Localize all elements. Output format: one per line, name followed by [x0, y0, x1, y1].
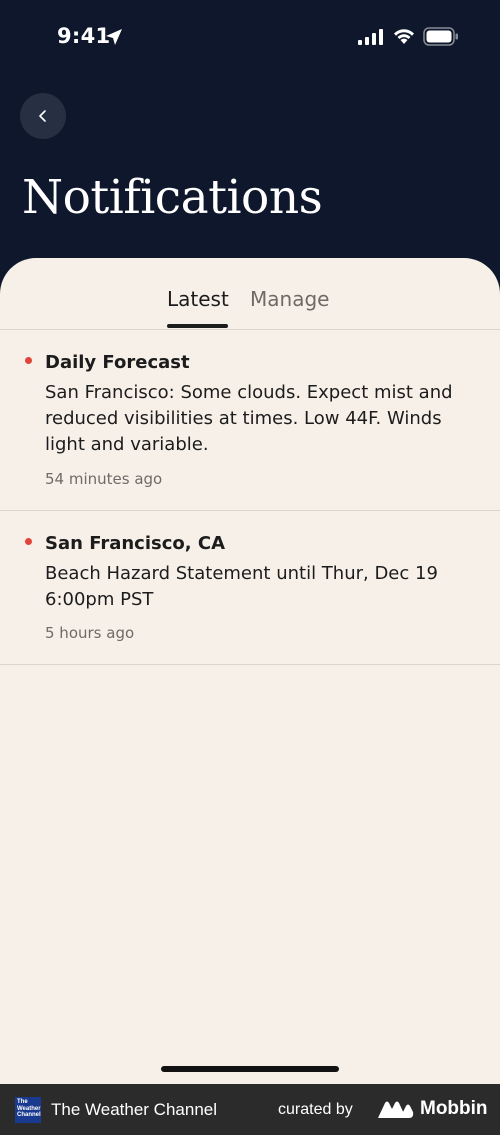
footer-brand: Mobbin: [420, 1098, 488, 1119]
tab-latest[interactable]: Latest: [167, 287, 229, 311]
notification-title: Daily Forecast: [45, 352, 190, 373]
back-button[interactable]: [20, 93, 66, 139]
notification-item[interactable]: San Francisco, CA Beach Hazard Statement…: [0, 511, 500, 665]
status-bar: 9:41: [0, 0, 500, 76]
notifications-screen: 9:41 Notifications Latest Manage Daily F…: [0, 0, 500, 1135]
notification-title: San Francisco, CA: [45, 533, 226, 554]
unread-dot: [25, 357, 32, 364]
app-logo: The Weather Channel: [15, 1097, 41, 1123]
chevron-left-icon: [39, 110, 46, 122]
notifications-sheet: Latest Manage Daily Forecast San Francis…: [0, 258, 500, 1084]
footer-bar: The Weather Channel The Weather Channel cu…: [0, 1084, 500, 1135]
status-time: 9:41: [57, 24, 111, 48]
notification-body: San Francisco: Some clouds. Expect mist …: [45, 382, 453, 455]
battery-icon: [423, 27, 458, 46]
cellular-signal-icon: [358, 29, 383, 45]
footer-curated-by: curated by: [278, 1101, 353, 1118]
active-tab-indicator: [167, 324, 228, 328]
unread-dot: [25, 538, 32, 545]
notification-time: 54 minutes ago: [45, 470, 163, 488]
page-title: Notifications: [22, 170, 323, 225]
tab-manage[interactable]: Manage: [250, 287, 329, 311]
mobbin-logo-icon: [378, 1101, 414, 1118]
tab-bar: Latest Manage: [0, 258, 500, 330]
notification-body: Beach Hazard Statement until Thur, Dec 1…: [45, 563, 438, 610]
wifi-icon: [394, 29, 414, 44]
footer-app-name: The Weather Channel: [51, 1100, 218, 1119]
home-indicator: [161, 1066, 339, 1072]
notification-time: 5 hours ago: [45, 624, 135, 642]
notification-item[interactable]: Daily Forecast San Francisco: Some cloud…: [0, 330, 500, 511]
location-arrow-icon: [106, 29, 122, 45]
